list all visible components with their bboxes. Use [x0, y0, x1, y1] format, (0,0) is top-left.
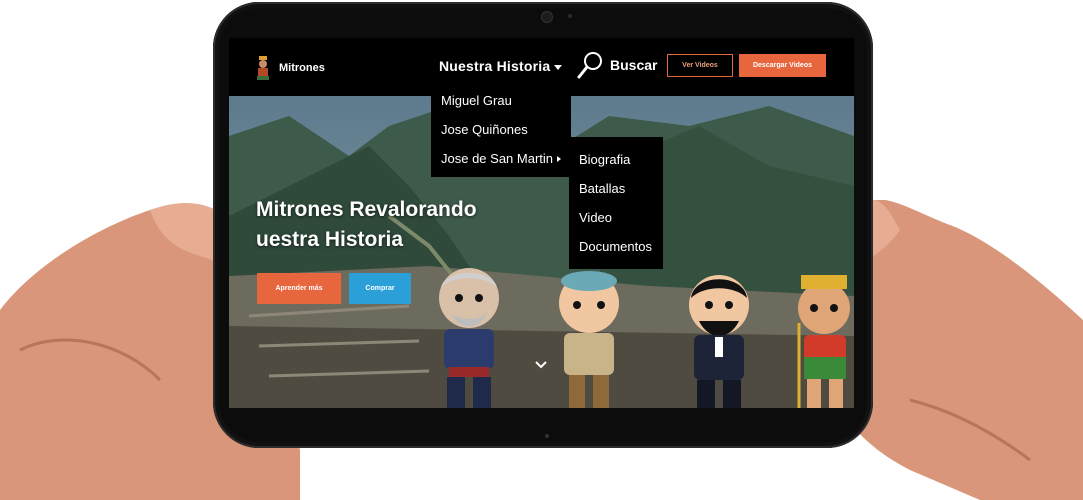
hero-title: Mitrones Revalorando uestra Historia: [256, 195, 526, 255]
descargar-videos-button[interactable]: Descargar Videos: [739, 54, 826, 77]
nav-nuestra-historia-label: Nuestra Historia: [439, 58, 551, 74]
search-label: Buscar: [610, 57, 658, 73]
search-icon: [577, 52, 602, 79]
home-dot: [545, 434, 549, 438]
hero-characters-image: [439, 268, 850, 408]
comprar-button[interactable]: Comprar: [349, 273, 411, 304]
chevron-down-icon[interactable]: [534, 360, 548, 370]
submenu-item-video[interactable]: Video: [569, 203, 663, 232]
caret-right-icon: [557, 155, 561, 162]
tablet-device: Mitrones Nuestra Historia Buscar Ver Vid…: [213, 2, 873, 448]
brand-name: Mitrones: [279, 62, 325, 74]
screen: Mitrones Nuestra Historia Buscar Ver Vid…: [229, 38, 854, 408]
character-figure: [689, 275, 749, 408]
inca-warrior-logo-icon: [257, 56, 269, 80]
historia-dropdown-menu: Miguel Grau Jose Quiñones Jose de San Ma…: [431, 82, 571, 177]
aprender-mas-button[interactable]: Aprender más: [257, 273, 341, 304]
dropdown-item-label: Jose Quiñones: [441, 122, 528, 137]
dropdown-item-label: Jose de San Martin: [441, 151, 554, 166]
dropdown-item-label: Miguel Grau: [441, 93, 512, 108]
character-figure: [559, 271, 619, 408]
submenu-item-documentos[interactable]: Documentos: [569, 232, 663, 261]
dropdown-item-jose-quinones[interactable]: Jose Quiñones: [431, 115, 571, 144]
dropdown-item-jose-de-san-martin[interactable]: Jose de San Martin: [431, 144, 571, 173]
ver-videos-button[interactable]: Ver Videos: [667, 54, 733, 77]
submenu-item-batallas[interactable]: Batallas: [569, 174, 663, 203]
san-martin-submenu: Biografia Batallas Video Documentos: [569, 137, 663, 269]
hero-title-line2: uestra Historia: [256, 228, 404, 251]
brand[interactable]: Mitrones: [253, 56, 325, 80]
search-button[interactable]: Buscar: [576, 50, 657, 80]
caret-down-icon: [554, 64, 563, 70]
submenu-item-biografia[interactable]: Biografia: [569, 145, 663, 174]
camera-icon: [541, 11, 553, 23]
nav-nuestra-historia[interactable]: Nuestra Historia: [439, 58, 563, 74]
hero-title-line1: Mitrones Revalorando: [256, 198, 477, 221]
sensor-dot: [568, 14, 572, 18]
character-figure: [797, 275, 850, 408]
character-figure: [439, 268, 499, 408]
dropdown-item-miguel-grau[interactable]: Miguel Grau: [431, 86, 571, 115]
